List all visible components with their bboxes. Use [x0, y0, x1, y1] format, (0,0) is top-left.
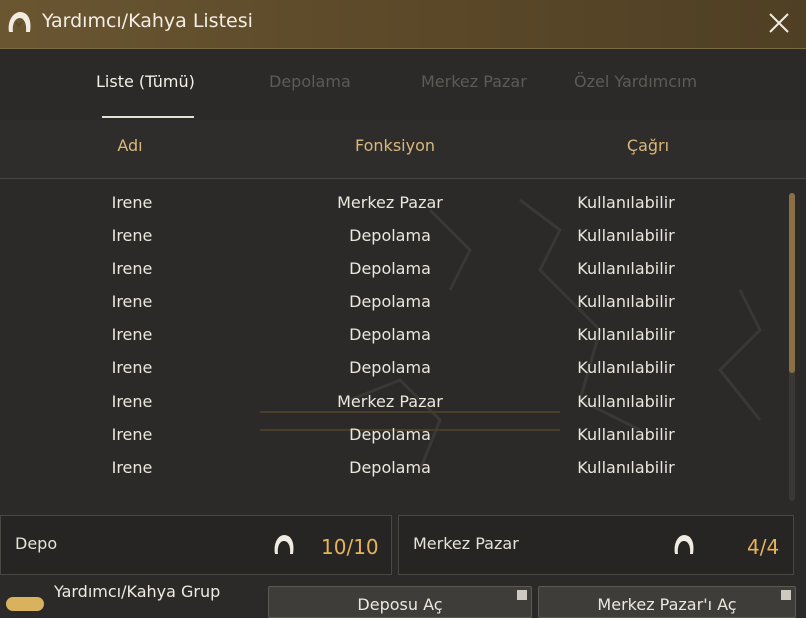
- active-tab-underline: [102, 116, 194, 118]
- table-row[interactable]: Irene Merkez Pazar Kullanılabilir: [0, 185, 790, 218]
- table-row[interactable]: Irene Depolama Kullanılabilir: [0, 350, 790, 383]
- tab-storage[interactable]: Depolama: [269, 72, 351, 91]
- row-call: Kullanılabilir: [577, 292, 675, 311]
- row-name: Irene: [111, 259, 153, 278]
- open-storage-button[interactable]: Deposu Aç: [268, 586, 532, 618]
- row-name: Irene: [111, 292, 153, 311]
- row-call: Kullanılabilir: [577, 425, 675, 444]
- table-row[interactable]: Irene Depolama Kullanılabilir: [0, 417, 790, 450]
- row-name: Irene: [111, 425, 153, 444]
- row-name: Irene: [111, 193, 153, 212]
- row-name: Irene: [111, 392, 153, 411]
- popout-icon: [517, 590, 527, 600]
- table-row[interactable]: Irene Depolama Kullanılabilir: [0, 218, 790, 251]
- helper-hair-icon: [274, 535, 294, 554]
- row-function: Merkez Pazar: [337, 193, 443, 212]
- storage-panel: Depo 10/10: [0, 515, 392, 575]
- table-row[interactable]: Irene Merkez Pazar Kullanılabilir: [0, 384, 790, 417]
- open-market-label: Merkez Pazar'ı Aç: [597, 595, 737, 614]
- helper-hair-icon: [674, 535, 694, 554]
- window-title: Yardımcı/Kahya Listesi: [42, 10, 253, 32]
- market-count: 4/4: [747, 535, 780, 559]
- market-panel: Merkez Pazar 4/4: [398, 515, 794, 575]
- storage-count: 10/10: [321, 535, 379, 559]
- row-function: Depolama: [349, 259, 431, 278]
- market-label: Merkez Pazar: [413, 534, 519, 553]
- table-header: Adı Fonksiyon Çağrı: [0, 120, 806, 179]
- column-name-header: Adı: [117, 136, 143, 155]
- row-name: Irene: [111, 458, 153, 477]
- row-call: Kullanılabilir: [577, 392, 675, 411]
- row-function: Depolama: [349, 325, 431, 344]
- row-call: Kullanılabilir: [577, 259, 675, 278]
- row-function: Depolama: [349, 358, 431, 377]
- row-function: Depolama: [349, 458, 431, 477]
- tab-market[interactable]: Merkez Pazar: [421, 72, 527, 91]
- row-call: Kullanılabilir: [577, 325, 675, 344]
- row-call: Kullanılabilir: [577, 226, 675, 245]
- table-row[interactable]: Irene Depolama Kullanılabilir: [0, 450, 790, 483]
- popout-icon: [781, 590, 791, 600]
- scrollbar-thumb[interactable]: [789, 193, 795, 373]
- row-name: Irene: [111, 325, 153, 344]
- storage-label: Depo: [15, 534, 58, 553]
- column-function-header: Fonksiyon: [354, 136, 435, 155]
- helper-list: Irene Merkez Pazar Kullanılabilir Irene …: [0, 180, 790, 502]
- group-toggle[interactable]: [6, 597, 44, 611]
- row-call: Kullanılabilir: [577, 458, 675, 477]
- group-label: Yardımcı/Kahya Grup: [54, 582, 221, 601]
- tab-list-all[interactable]: Liste (Tümü): [96, 72, 195, 91]
- helper-hair-icon: [8, 12, 31, 32]
- title-bar: Yardımcı/Kahya Listesi: [0, 0, 806, 49]
- row-name: Irene: [111, 358, 153, 377]
- tab-my-helper[interactable]: Özel Yardımcım: [574, 72, 697, 91]
- row-call: Kullanılabilir: [577, 193, 675, 212]
- row-function: Depolama: [349, 226, 431, 245]
- column-call-header: Çağrı: [626, 136, 670, 155]
- table-row[interactable]: Irene Depolama Kullanılabilir: [0, 284, 790, 317]
- row-function: Depolama: [349, 292, 431, 311]
- row-function: Merkez Pazar: [337, 392, 443, 411]
- tab-bar: Liste (Tümü) Depolama Merkez Pazar Özel …: [0, 60, 806, 120]
- close-icon[interactable]: [766, 10, 792, 36]
- row-function: Depolama: [349, 425, 431, 444]
- row-call: Kullanılabilir: [577, 358, 675, 377]
- table-row[interactable]: Irene Depolama Kullanılabilir: [0, 317, 790, 350]
- table-row[interactable]: Irene Depolama Kullanılabilir: [0, 251, 790, 284]
- open-market-button[interactable]: Merkez Pazar'ı Aç: [538, 586, 796, 618]
- row-name: Irene: [111, 226, 153, 245]
- open-storage-label: Deposu Aç: [357, 595, 443, 614]
